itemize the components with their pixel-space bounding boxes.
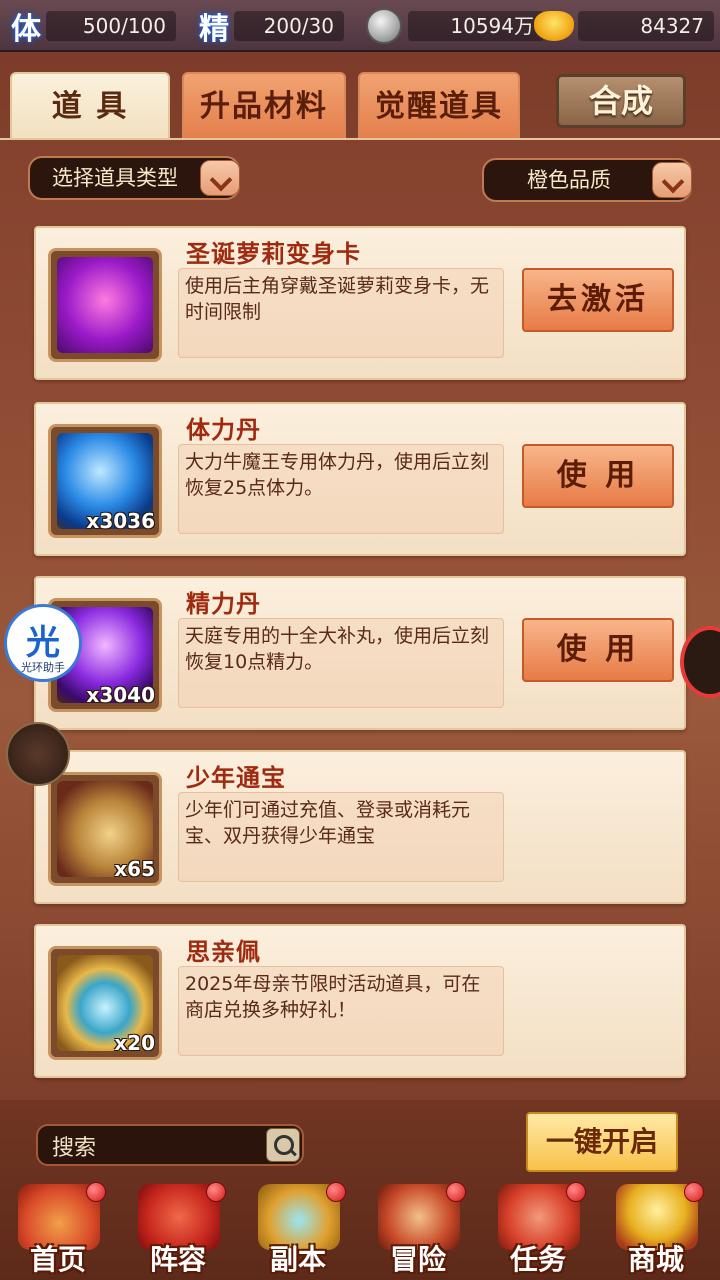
chevron-down-icon xyxy=(652,162,692,198)
stamina-value: 500/100 xyxy=(46,11,176,41)
nav-adventure[interactable]: 冒险 xyxy=(362,1180,474,1280)
notification-dot xyxy=(684,1182,704,1202)
nav-label: 副本 xyxy=(269,1243,326,1276)
nav-label: 阵容 xyxy=(149,1243,206,1276)
jade-pendant-icon[interactable]: x20 xyxy=(48,946,162,1060)
nav-label: 任务 xyxy=(509,1243,566,1276)
nav-label: 冒险 xyxy=(389,1243,446,1276)
energy-value: 200/30 xyxy=(234,11,344,41)
pet-float-icon[interactable] xyxy=(6,722,70,786)
nav-label: 商城 xyxy=(627,1243,684,1276)
silver-coin-icon xyxy=(366,8,402,44)
notification-dot xyxy=(566,1182,586,1202)
tab-upgrade-materials[interactable]: 升品材料 xyxy=(182,72,346,138)
search-box[interactable]: 搜索 xyxy=(36,1124,304,1166)
helper-logo-icon: 光 xyxy=(26,623,60,663)
notification-dot xyxy=(206,1182,226,1202)
resource-bar: 体 500/100 精 200/30 10594万 84327 xyxy=(0,0,720,52)
coin-string-icon[interactable]: x65 xyxy=(48,772,162,886)
item-name: 精力丹 xyxy=(186,590,261,618)
nav-home[interactable]: 首页 xyxy=(2,1180,114,1280)
item-name: 圣诞萝莉变身卡 xyxy=(186,240,361,268)
item-description: 2025年母亲节限时活动道具，可在商店兑换多种好礼！ xyxy=(178,966,504,1056)
tab-items[interactable]: 道 具 xyxy=(10,72,170,138)
use-button[interactable]: 使 用 xyxy=(522,618,674,682)
helper-float-button[interactable]: 光 光环助手 xyxy=(4,604,82,682)
item-description: 使用后主角穿戴圣诞萝莉变身卡，无时间限制 xyxy=(178,268,504,358)
chevron-down-icon xyxy=(200,160,240,196)
tab-awaken-items[interactable]: 觉醒道具 xyxy=(358,72,520,138)
item-count: x65 xyxy=(114,857,155,881)
quality-label: 橙色品质 xyxy=(527,168,611,192)
activate-button[interactable]: 去激活 xyxy=(522,268,674,332)
list-item: 圣诞萝莉变身卡 使用后主角穿戴圣诞萝莉变身卡，无时间限制 去激活 xyxy=(34,226,686,380)
nav-shop[interactable]: 商城 xyxy=(600,1180,712,1280)
item-description: 少年们可通过充值、登录或消耗元宝、双丹获得少年通宝 xyxy=(178,792,504,882)
item-type-label: 选择道具类型 xyxy=(52,166,178,190)
transform-card-icon[interactable] xyxy=(48,248,162,362)
item-description: 大力牛魔王专用体力丹，使用后立刻恢复25点体力。 xyxy=(178,444,504,534)
item-count: x3036 xyxy=(86,509,155,533)
nav-dungeon[interactable]: 副本 xyxy=(242,1180,354,1280)
combine-button[interactable]: 合成 xyxy=(556,74,686,128)
nav-quest[interactable]: 任务 xyxy=(482,1180,594,1280)
gold-ingot-icon xyxy=(534,11,574,41)
item-description: 天庭专用的十全大补丸，使用后立刻恢复10点精力。 xyxy=(178,618,504,708)
bottom-nav: 首页 阵容 副本 冒险 任务 商城 xyxy=(0,1180,720,1280)
list-item: x65 少年通宝 少年们可通过充值、登录或消耗元宝、双丹获得少年通宝 xyxy=(34,750,686,904)
notification-dot xyxy=(326,1182,346,1202)
list-item: x3040 精力丹 天庭专用的十全大补丸，使用后立刻恢复10点精力。 使 用 xyxy=(34,576,686,730)
nav-label: 首页 xyxy=(29,1243,86,1276)
item-count: x3040 xyxy=(86,683,155,707)
item-name: 体力丹 xyxy=(186,416,261,444)
gold-value: 84327 xyxy=(578,11,714,41)
list-item: x20 思亲佩 2025年母亲节限时活动道具，可在商店兑换多种好礼！ xyxy=(34,924,686,1078)
item-type-dropdown[interactable]: 选择道具类型 xyxy=(28,156,240,200)
search-input[interactable]: 搜索 xyxy=(52,1130,96,1162)
notification-dot xyxy=(86,1182,106,1202)
item-name: 少年通宝 xyxy=(186,764,286,792)
energy-resource: 精 200/30 xyxy=(194,8,344,47)
gold-resource: 84327 xyxy=(534,8,714,44)
nav-formation[interactable]: 阵容 xyxy=(122,1180,234,1280)
item-count: x20 xyxy=(114,1031,155,1055)
stamina-resource: 体 500/100 xyxy=(6,8,176,47)
open-all-button[interactable]: 一键开启 xyxy=(526,1112,678,1172)
use-button[interactable]: 使 用 xyxy=(522,444,674,508)
stamina-label: 体 xyxy=(11,12,41,47)
blue-pill-icon[interactable]: x3036 xyxy=(48,424,162,538)
notification-dot xyxy=(446,1182,466,1202)
quality-dropdown[interactable]: 橙色品质 xyxy=(482,158,692,202)
silver-value: 10594万 xyxy=(408,11,544,41)
silver-resource: 10594万 xyxy=(366,8,544,44)
helper-label: 光环助手 xyxy=(21,661,65,674)
list-item: x3036 体力丹 大力牛魔王专用体力丹，使用后立刻恢复25点体力。 使 用 xyxy=(34,402,686,556)
item-name: 思亲佩 xyxy=(186,938,261,966)
search-icon[interactable] xyxy=(266,1128,300,1162)
energy-label: 精 xyxy=(199,12,229,47)
